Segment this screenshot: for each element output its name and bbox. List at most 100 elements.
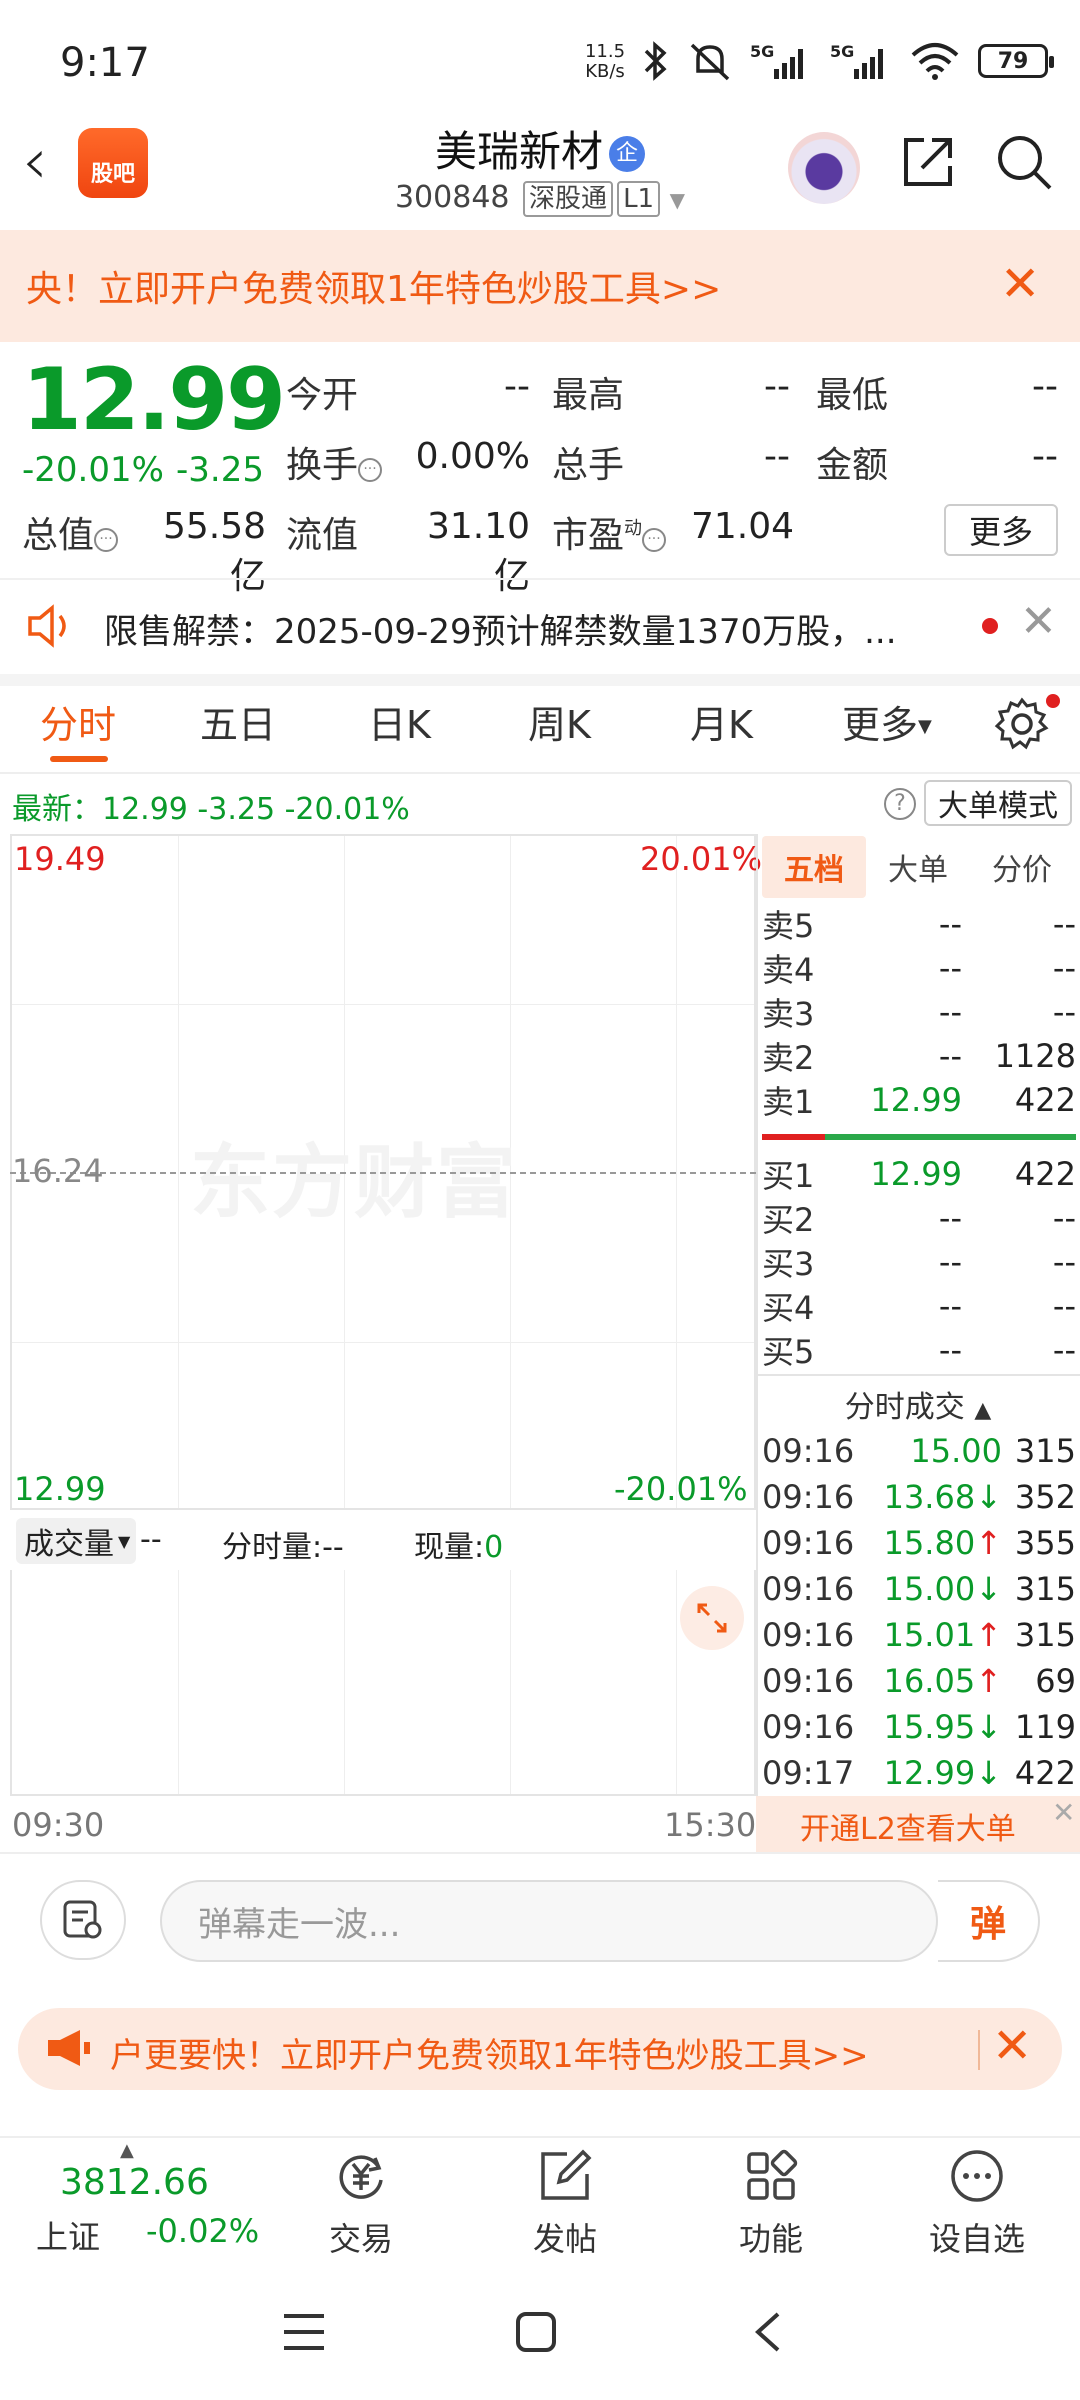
low-label: 最低	[816, 375, 889, 416]
l2-close-button[interactable]: ✕	[1052, 1796, 1075, 1829]
trade-price: 16.05↑	[866, 1662, 1002, 1700]
volume-chart[interactable]	[10, 1570, 756, 1796]
x-axis-start: 09:30	[12, 1806, 105, 1844]
current-volume: 现量:0	[414, 1522, 503, 1566]
tab-five-day[interactable]: 五日	[200, 694, 276, 749]
watermark: 东方财富	[190, 1136, 518, 1229]
trade-price: 15.01↑	[866, 1616, 1002, 1654]
stock-code: 300848	[394, 180, 510, 215]
tab-monthly-k[interactable]: 月K	[690, 694, 753, 749]
index-value[interactable]: 3812.66	[60, 2162, 209, 2203]
open-value: --	[504, 366, 530, 407]
buy-sell-ratio-bar	[762, 1134, 1076, 1140]
total-cap-label-text: 总值	[22, 515, 95, 556]
l2-upsell-text[interactable]: 开通L2查看大单	[800, 1804, 1016, 1848]
trade-row: 09:16 15.80↑ 355	[762, 1520, 1076, 1566]
net-speed: 11.5 KB/s	[580, 42, 630, 82]
tab-price-distribution[interactable]: 分价	[970, 836, 1074, 898]
trade-row: 09:16 15.00 315	[762, 1428, 1076, 1474]
ask-price: --	[938, 1037, 962, 1075]
robot-assistant-icon[interactable]	[788, 132, 860, 204]
tab-weekly-k[interactable]: 周K	[528, 694, 591, 749]
info-icon: ···	[94, 528, 119, 552]
more-quote-button[interactable]: 更多	[944, 504, 1058, 556]
tab-five-levels[interactable]: 五档	[762, 836, 866, 898]
index-name[interactable]: 上证	[36, 2212, 100, 2258]
trade-direction-icon: ↑	[975, 1616, 1002, 1654]
volume-value: --	[764, 436, 790, 477]
nav-functions[interactable]: 功能	[706, 2146, 836, 2260]
grid-line	[12, 1342, 754, 1343]
ask-row: 卖4 -- --	[762, 946, 1076, 990]
trade-price-value: 15.00	[910, 1432, 1002, 1470]
grid-line	[12, 1004, 754, 1005]
volume-indicator-label: 成交量	[24, 1527, 114, 1562]
big-order-mode-button[interactable]: 大单模式	[924, 780, 1072, 826]
trade-price-value: 12.99	[883, 1754, 976, 1792]
menu-icon[interactable]	[282, 2312, 326, 2352]
battery-icon: 79	[978, 44, 1054, 78]
yen-cycle-icon	[339, 2155, 383, 2199]
trade-direction-icon: ↓	[975, 1754, 1002, 1792]
pe-label[interactable]: 市盈动 ···	[552, 506, 667, 558]
current-volume-label: 现量:	[414, 1530, 485, 1565]
tab-intraday[interactable]: 分时	[40, 694, 116, 749]
tab-more[interactable]: 更多▼	[842, 694, 932, 749]
trade-volume: 315	[1014, 1570, 1076, 1608]
total-cap-label[interactable]: 总值 ···	[22, 506, 119, 558]
trade-price: 12.99↓	[866, 1754, 1002, 1792]
time-trades-title[interactable]: 分时成交 ▲	[756, 1382, 1080, 1426]
bid-volume: --	[1052, 1199, 1076, 1237]
turnover-label[interactable]: 换手 ···	[286, 436, 383, 488]
promo-banner-text: 央！立即开户免费领取1年特色炒股工具>>	[26, 269, 722, 310]
expand-icon	[697, 1603, 727, 1633]
trade-price: 13.68↓	[866, 1478, 1002, 1516]
ask-row: 卖3 -- --	[762, 990, 1076, 1034]
share-icon[interactable]	[898, 132, 958, 192]
promo-bottom-close-button[interactable]: ✕	[992, 2018, 1032, 2074]
unlock-notice-text[interactable]: 限售解禁：2025-09-29预计解禁数量1370万股，...	[104, 604, 944, 653]
trade-direction-icon: ↓	[975, 1570, 1002, 1608]
trade-time: 09:16	[762, 1478, 855, 1516]
expand-chart-button[interactable]	[680, 1586, 744, 1650]
trade-time: 09:16	[762, 1616, 855, 1654]
notice-close-button[interactable]: ✕	[1020, 596, 1057, 647]
nav-trade[interactable]: 交易	[296, 2146, 426, 2260]
danmu-input[interactable]: 弹幕走一波...	[160, 1880, 938, 1962]
ask-label: 卖5	[762, 907, 815, 945]
ask-row: 卖2 -- 1128	[762, 1034, 1076, 1078]
index-change[interactable]: -0.02%	[146, 2212, 259, 2250]
bid-price: 12.99	[870, 1155, 962, 1193]
nav-post[interactable]: 发帖	[500, 2146, 630, 2260]
search-icon[interactable]	[994, 132, 1054, 192]
danmu-toggle-button[interactable]: 弹	[938, 1880, 1040, 1962]
comment-list-button[interactable]	[40, 1880, 126, 1960]
bid-price: --	[938, 1243, 962, 1281]
gear-icon[interactable]	[994, 696, 1050, 752]
volume-indicator-select[interactable]: 成交量 ▼	[16, 1518, 136, 1564]
promo-close-button[interactable]: ✕	[1000, 256, 1040, 312]
home-icon[interactable]	[514, 2310, 558, 2354]
grid-line	[344, 1570, 345, 1794]
help-icon[interactable]: ?	[884, 788, 916, 820]
grid-line	[676, 1570, 677, 1794]
tab-daily-k[interactable]: 日K	[368, 694, 431, 749]
trade-price: 15.80↑	[866, 1524, 1002, 1562]
trade-volume: 69	[1035, 1662, 1076, 1700]
bid-label: 买4	[762, 1289, 815, 1327]
nav-add-watchlist-label: 设自选	[928, 2220, 1025, 2258]
promo-banner[interactable]: 央！立即开户免费领取1年特色炒股工具>> ✕	[0, 230, 1080, 342]
trade-volume: 315	[1014, 1432, 1076, 1470]
order-book-tabs: 五档 大单 分价	[762, 836, 1074, 898]
divider	[978, 2030, 980, 2070]
tab-big-orders[interactable]: 大单	[866, 836, 970, 898]
nav-add-watchlist[interactable]: 设自选	[912, 2146, 1042, 2260]
stock-name: 美瑞新材	[434, 127, 603, 176]
bid-label: 买3	[762, 1245, 815, 1283]
back-nav-icon[interactable]	[752, 2310, 782, 2354]
ask-label: 卖4	[762, 951, 815, 989]
y-axis-high-percent: 20.01%	[640, 840, 763, 878]
bid-row: 买4 -- --	[762, 1284, 1076, 1328]
trade-price-value: 16.05	[883, 1662, 976, 1700]
ask-price: 12.99	[870, 1081, 962, 1119]
